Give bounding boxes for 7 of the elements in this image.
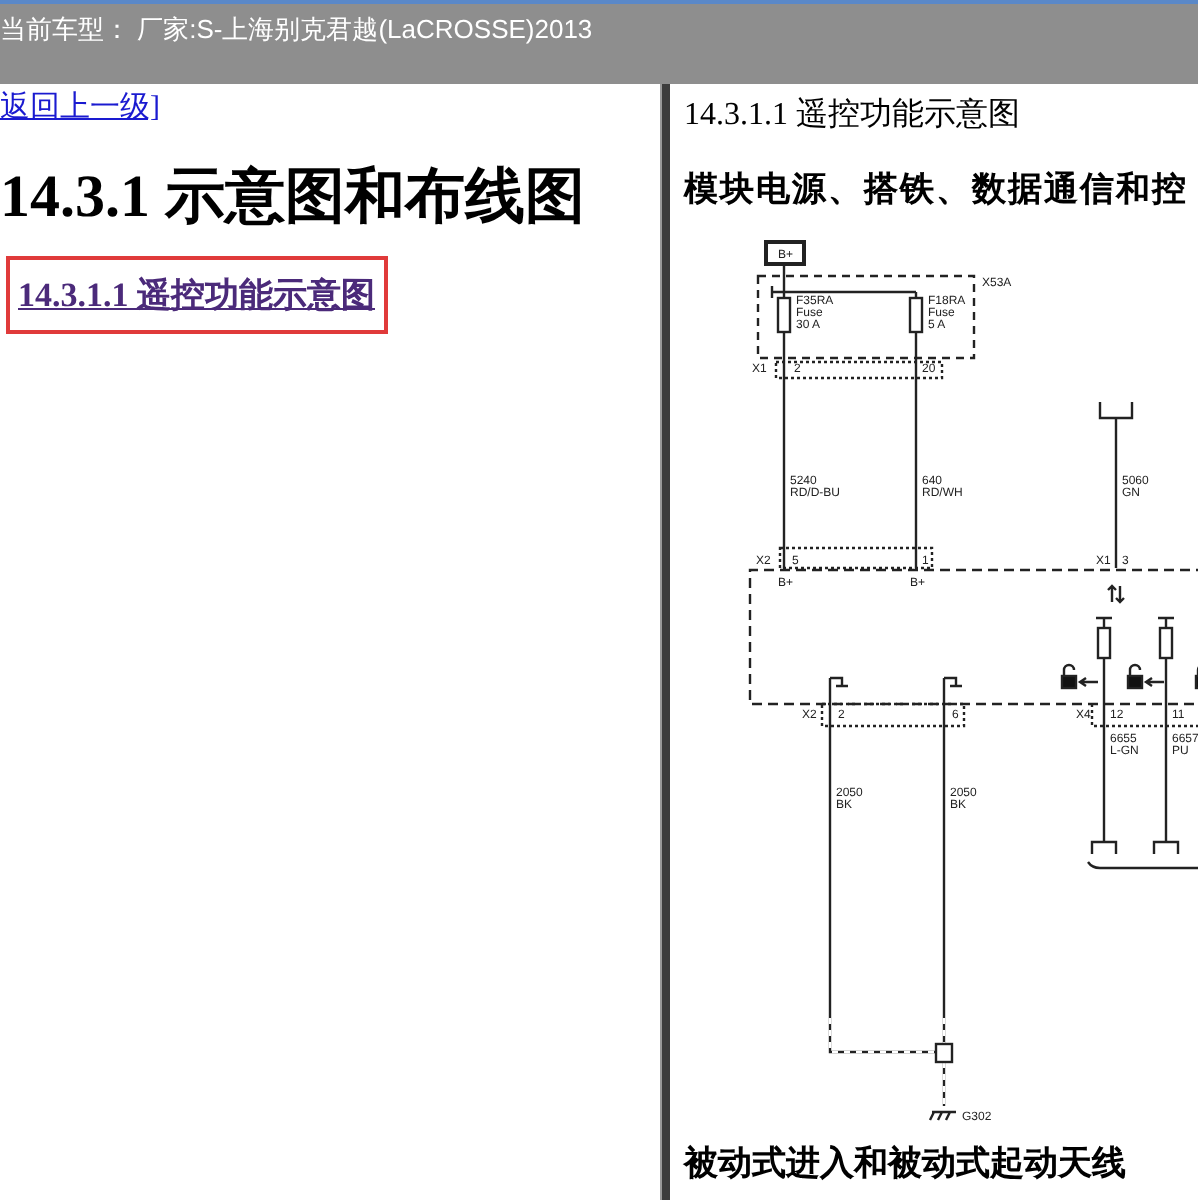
section-title: 被动式进入和被动式起动天线 [684,1142,1128,1186]
page-heading: 14.3.1 示意图和布线图 [0,162,587,234]
section-title: 模块电源、搭铁、数据通信和控 [684,168,1190,212]
back-link[interactable]: 返回上一级] [0,88,160,126]
diagram-heading: 14.3.1.1 遥控功能示意图 [684,95,1022,136]
vehicle-model-label: 当前车型： 厂家:S-上海别克君越(LaCROSSE)2013 [0,12,593,48]
section-link[interactable]: 14.3.1.1 遥控功能示意图 [6,256,387,334]
